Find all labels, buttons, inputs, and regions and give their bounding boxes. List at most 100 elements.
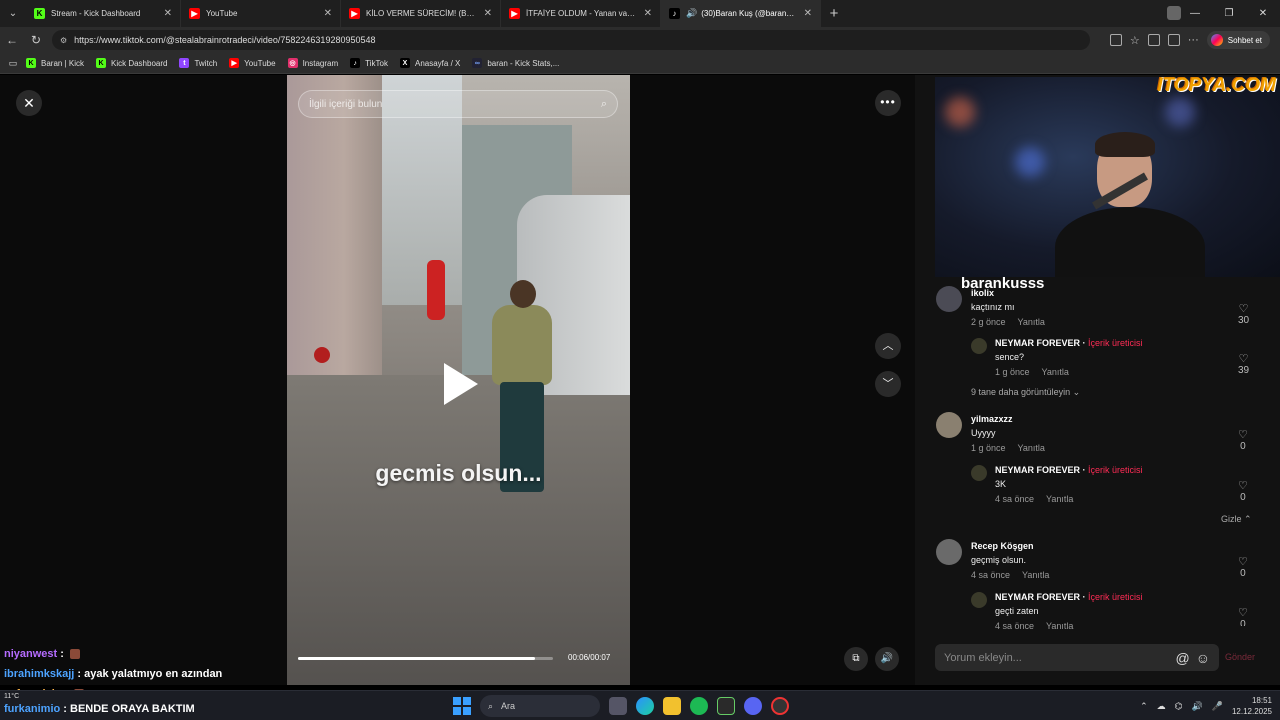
tab-tiktok-active[interactable]: ♪ 🔊 (30)Baran Kuş (@barankusss) ✕: [661, 0, 821, 27]
close-tab-icon[interactable]: ✕: [484, 8, 492, 19]
reading-list-icon[interactable]: ▭: [0, 58, 26, 69]
comment-username[interactable]: NEYMAR FOREVER: [995, 592, 1080, 602]
avatar[interactable]: [971, 592, 987, 608]
back-icon[interactable]: ←: [0, 33, 24, 47]
close-tab-icon[interactable]: ✕: [644, 8, 652, 19]
search-icon[interactable]: ⌕: [601, 98, 607, 111]
volume-icon[interactable]: 🔊: [875, 647, 899, 671]
heart-icon: ♡: [1238, 353, 1249, 365]
restore-icon[interactable]: ❐: [1212, 0, 1246, 27]
edge-icon[interactable]: [636, 697, 654, 715]
file-explorer-icon[interactable]: [663, 697, 681, 715]
reply-button[interactable]: Yanıtla: [1018, 443, 1045, 453]
tab-youtube[interactable]: ▶ YouTube ✕: [181, 0, 341, 27]
spotify-icon[interactable]: [690, 697, 708, 715]
close-tab-icon[interactable]: ✕: [324, 8, 332, 19]
comment-text: Uyyyy: [971, 428, 996, 438]
bookmark-twitch[interactable]: t Twitch: [179, 58, 217, 68]
video-player[interactable]: İlgili içeriği bulun ⌕ gecmis olsun... 0…: [287, 75, 630, 685]
view-more-replies-button[interactable]: 9 tane daha görüntüleyin ⌄: [971, 387, 1080, 398]
tray-chevron-icon[interactable]: ⌃: [1140, 701, 1148, 712]
volume-icon[interactable]: 🔊: [1192, 701, 1203, 712]
tab-itfaiye[interactable]: ▶ İTFAİYE OLDUM - Yanan var beyle ✕: [501, 0, 661, 27]
like-button[interactable]: ♡ 0: [1238, 606, 1248, 626]
site-info-icon[interactable]: ⚙: [60, 36, 67, 45]
tab-search-icon[interactable]: ⌄: [0, 0, 26, 27]
speaker-icon[interactable]: 🔊: [686, 8, 697, 19]
comment-input[interactable]: Yorum ekleyin... @ ☺: [935, 644, 1219, 671]
play-icon[interactable]: [444, 363, 478, 405]
close-tab-icon[interactable]: ✕: [804, 8, 812, 19]
minimize-icon[interactable]: —: [1178, 0, 1212, 27]
comment-username[interactable]: ikolix: [971, 288, 1045, 298]
bookmark-tiktok[interactable]: ♪ TikTok: [350, 58, 388, 68]
send-button[interactable]: Gönder: [1225, 652, 1255, 662]
avatar[interactable]: [936, 412, 962, 438]
comment-username[interactable]: NEYMAR FOREVER: [995, 465, 1080, 475]
tab-label: KİLO VERME SÜRECİM! (BELGESEL): [366, 9, 478, 18]
chat-text: BENDE ORAYA BAKTIM: [70, 703, 195, 715]
new-tab-button[interactable]: +: [821, 5, 847, 22]
start-icon[interactable]: [453, 697, 471, 715]
tiktok-video-page: ✕ ••• İlgili içeriği bulun ⌕ gecmis olsu…: [0, 75, 915, 685]
extensions-icon[interactable]: [1147, 34, 1160, 46]
hide-replies-button[interactable]: Gizle ⌃: [1221, 514, 1252, 525]
reply-button[interactable]: Yanıtla: [1046, 621, 1073, 631]
tab-kilo-verme[interactable]: ▶ KİLO VERME SÜRECİM! (BELGESEL) ✕: [341, 0, 501, 27]
task-view-icon[interactable]: [609, 697, 627, 715]
reply-button[interactable]: Yanıtla: [1046, 494, 1073, 504]
bookmark-kick-dashboard[interactable]: K Kick Dashboard: [95, 58, 167, 68]
window-close-icon[interactable]: ✕: [1246, 0, 1280, 27]
reply-button[interactable]: Yanıtla: [1042, 367, 1069, 377]
bookmark-x[interactable]: X Anasayfa / X: [399, 58, 460, 68]
network-icon[interactable]: ⌬: [1175, 701, 1183, 712]
like-button[interactable]: ♡ 39: [1238, 352, 1249, 376]
reply-button[interactable]: Yanıtla: [1018, 317, 1045, 327]
weather-widget[interactable]: 11°C: [4, 693, 19, 700]
taskbar-search[interactable]: ⌕ Ara: [480, 695, 600, 717]
avatar[interactable]: [971, 465, 987, 481]
microphone-icon[interactable]: 🎤: [1212, 701, 1223, 712]
tab-kick-dashboard[interactable]: K Stream - Kick Dashboard ✕: [26, 0, 181, 27]
next-video-button[interactable]: ﹀: [875, 371, 901, 397]
app-icon[interactable]: [717, 697, 735, 715]
close-video-button[interactable]: ✕: [16, 90, 42, 116]
like-button[interactable]: ♡ 0: [1238, 479, 1248, 503]
favorite-star-icon[interactable]: ☆: [1130, 34, 1140, 47]
obs-icon[interactable]: [771, 697, 789, 715]
heart-icon: ♡: [1238, 556, 1248, 568]
emoji-icon[interactable]: ☺: [1196, 650, 1210, 666]
bookmark-baran-kick[interactable]: K Baran | Kick: [26, 58, 84, 68]
bookmark-instagram[interactable]: ◎ Instagram: [287, 58, 338, 68]
reload-icon[interactable]: ↻: [24, 33, 48, 47]
like-button[interactable]: ♡ 0: [1238, 555, 1248, 579]
comment-username[interactable]: Recep Köşgen: [971, 541, 1049, 551]
more-menu-icon[interactable]: ···: [1188, 34, 1199, 46]
collections-icon[interactable]: [1167, 34, 1180, 46]
mention-icon[interactable]: @: [1175, 650, 1189, 666]
clock[interactable]: 18:51 12.12.2025: [1232, 695, 1272, 717]
bookmark-kick-stats[interactable]: ∞ baran - Kick Stats,...: [472, 58, 559, 68]
comment-username[interactable]: NEYMAR FOREVER: [995, 338, 1080, 348]
avatar[interactable]: [971, 338, 987, 354]
url-field[interactable]: ⚙ https://www.tiktok.com/@stealabrainrot…: [52, 30, 1090, 50]
discord-icon[interactable]: [744, 697, 762, 715]
sohbet-button[interactable]: Sohbet et: [1206, 31, 1270, 49]
like-button[interactable]: ♡ 30: [1238, 302, 1249, 326]
bookmark-youtube[interactable]: ▶ YouTube: [229, 58, 276, 68]
like-button[interactable]: ♡ 0: [1238, 428, 1248, 452]
instagram-icon: ◎: [287, 58, 298, 68]
close-tab-icon[interactable]: ✕: [164, 8, 172, 19]
comment-time: 4 sa önce: [971, 570, 1011, 580]
tray-app-icon[interactable]: ☁: [1157, 701, 1166, 712]
pip-icon[interactable]: ⧉: [844, 647, 868, 671]
avatar[interactable]: [936, 539, 962, 565]
video-progress-bar[interactable]: [298, 657, 553, 660]
more-options-button[interactable]: •••: [875, 90, 901, 116]
comment-username[interactable]: yilmazxzz: [971, 414, 1045, 424]
previous-video-button[interactable]: ︿: [875, 333, 901, 359]
related-search-input[interactable]: İlgili içeriği bulun ⌕: [298, 90, 618, 118]
avatar[interactable]: [936, 286, 962, 312]
install-app-icon[interactable]: [1109, 34, 1122, 46]
reply-button[interactable]: Yanıtla: [1022, 570, 1049, 580]
